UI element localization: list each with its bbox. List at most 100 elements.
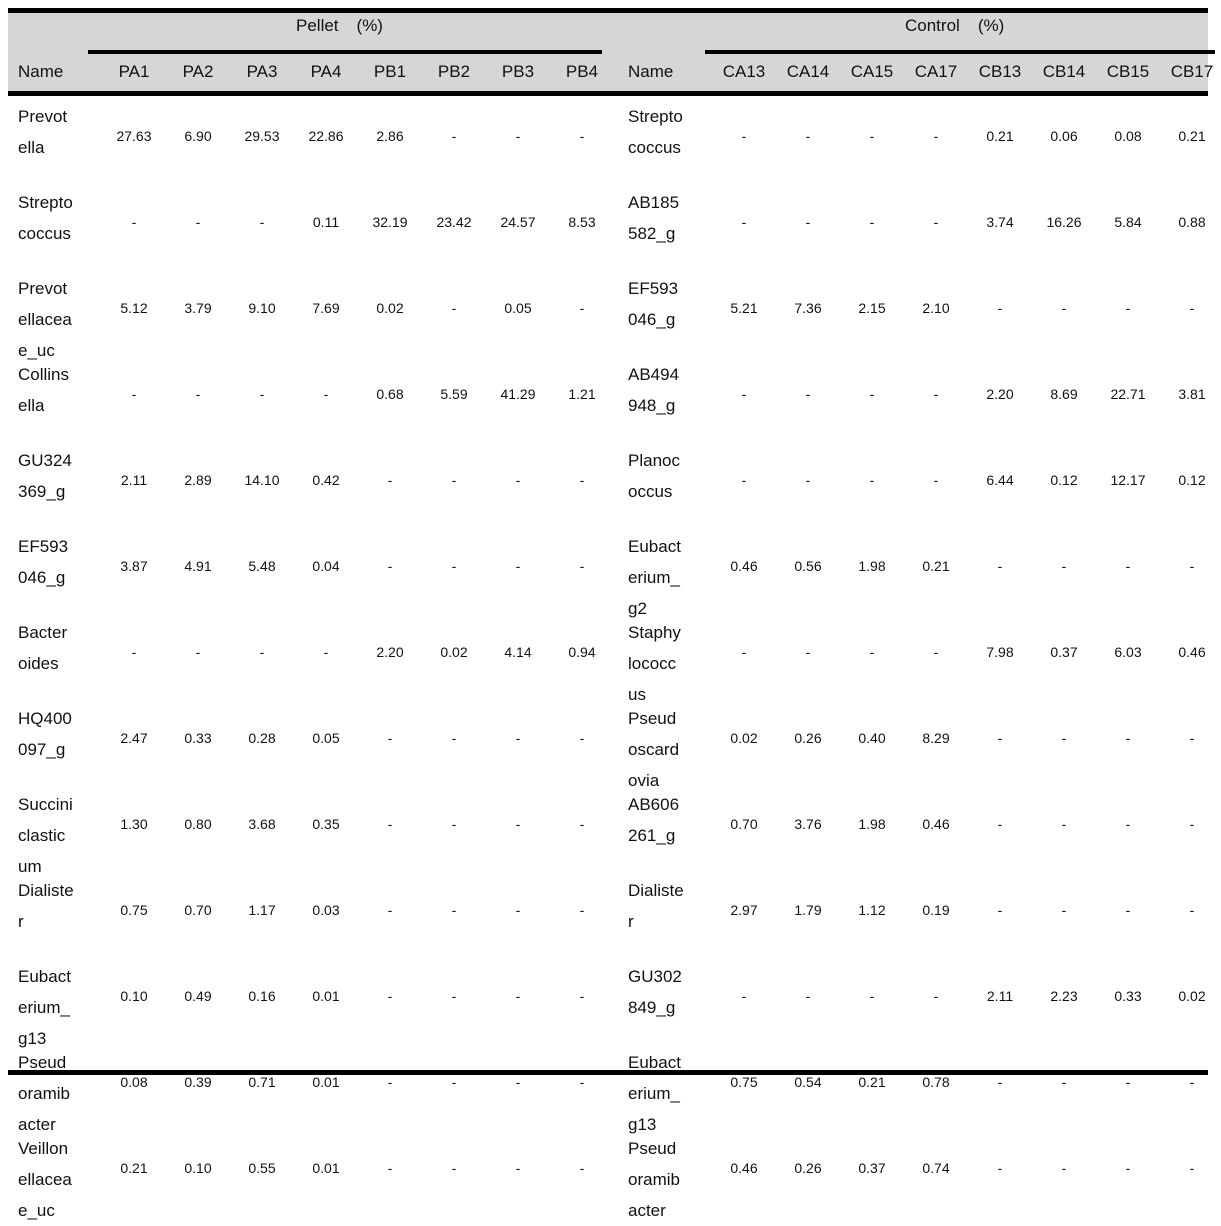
- value-cell-cb13: 7.98: [986, 644, 1014, 660]
- value-cell-cb13: 0.21: [986, 128, 1014, 144]
- value-cell-ca14: 0.54: [794, 1074, 822, 1090]
- value-cell-ca14: -: [805, 644, 811, 660]
- column-header-pa2: PA2: [182, 62, 214, 81]
- value-cell-cb17: -: [1189, 816, 1195, 832]
- table-row: Staphylococcus - - - - 7.98 0.37 6.03 0.46: [628, 617, 1221, 704]
- value-cell-pb4: -: [579, 816, 585, 832]
- value-cell-cb15: -: [1125, 1160, 1131, 1176]
- group-unit-pellet: (%): [356, 16, 383, 35]
- row-name-cell: Veillonellaceae_uc: [18, 1139, 72, 1220]
- value-cell-ca17: -: [933, 644, 939, 660]
- value-cell-ca14: -: [805, 988, 811, 1004]
- value-cell-pb3: -: [515, 472, 521, 488]
- value-cell-cb17: -: [1189, 1074, 1195, 1090]
- value-cell-pb3: -: [515, 988, 521, 1004]
- value-cell-pa1: -: [131, 386, 137, 402]
- value-cell-ca13: -: [741, 988, 747, 1004]
- value-cell-pa4: 22.86: [308, 128, 344, 144]
- value-cell-ca13: 0.75: [730, 1074, 758, 1090]
- value-cell-pa4: 0.01: [312, 988, 340, 1004]
- value-cell-cb17: 3.81: [1178, 386, 1206, 402]
- table-row: AB606261_g 0.70 3.76 1.98 0.46 - - - -: [628, 789, 1221, 875]
- row-name-cell: Planococcus: [628, 451, 680, 501]
- value-cell-cb17: -: [1189, 300, 1195, 316]
- value-cell-pb4: -: [579, 1074, 585, 1090]
- value-cell-pa1: 0.21: [120, 1160, 148, 1176]
- value-cell-pb2: 5.59: [440, 386, 468, 402]
- value-cell-pa4: 0.11: [312, 214, 340, 230]
- value-cell-ca15: -: [869, 128, 875, 144]
- value-cell-ca15: 1.98: [858, 558, 886, 574]
- value-cell-pb2: -: [451, 1074, 457, 1090]
- value-cell-pa4: 0.01: [312, 1074, 340, 1090]
- value-cell-pa4: 0.35: [312, 816, 340, 832]
- value-cell-pb3: -: [515, 730, 521, 746]
- row-name-cell: Pseudoscardovia: [628, 709, 680, 790]
- value-cell-pb1: -: [387, 730, 393, 746]
- value-cell-pa4: -: [323, 644, 329, 660]
- value-cell-pb1: -: [387, 988, 393, 1004]
- value-cell-pb4: 0.94: [568, 644, 596, 660]
- table-row: Streptococcus - - - 0.11 32.19 23.42 24.57 8.53: [18, 187, 613, 273]
- value-cell-pb4: 1.21: [568, 386, 596, 402]
- value-cell-cb17: -: [1189, 1160, 1195, 1176]
- group-title-pellet-label: Pellet: [296, 16, 339, 35]
- value-cell-pa2: 3.79: [184, 300, 212, 316]
- value-cell-cb14: 0.12: [1050, 472, 1078, 488]
- table-row: Planococcus - - - - 6.44 0.12 12.17 0.12: [628, 445, 1221, 531]
- value-cell-cb13: -: [997, 816, 1003, 832]
- row-name-cell: Prevotella: [18, 107, 68, 157]
- value-cell-cb17: -: [1189, 902, 1195, 918]
- row-name-cell: GU302849_g: [628, 967, 682, 1017]
- value-cell-pb2: -: [451, 472, 457, 488]
- value-cell-cb15: 12.17: [1110, 472, 1146, 488]
- value-cell-ca17: 0.21: [922, 558, 950, 574]
- value-cell-ca15: -: [869, 472, 875, 488]
- column-header-ca17: CA17: [914, 62, 958, 81]
- value-cell-cb14: 8.69: [1050, 386, 1078, 402]
- value-cell-pa1: 0.08: [120, 1074, 148, 1090]
- table-row: Dialister 2.97 1.79 1.12 0.19 - - - -: [628, 875, 1221, 961]
- value-cell-pb4: -: [579, 472, 585, 488]
- column-header-cb17: CB17: [1170, 62, 1214, 81]
- value-cell-ca13: -: [741, 128, 747, 144]
- value-cell-cb13: -: [997, 1074, 1003, 1090]
- value-cell-pb3: -: [515, 816, 521, 832]
- value-cell-pb2: 0.02: [440, 644, 468, 660]
- value-cell-pa2: 0.49: [184, 988, 212, 1004]
- value-cell-ca15: -: [869, 386, 875, 402]
- value-cell-pb3: 4.14: [504, 644, 532, 660]
- value-cell-cb14: -: [1061, 816, 1067, 832]
- value-cell-pb2: -: [451, 988, 457, 1004]
- value-cell-pb3: 24.57: [500, 214, 536, 230]
- value-cell-pa2: 0.10: [184, 1160, 212, 1176]
- value-cell-pb2: -: [451, 730, 457, 746]
- value-cell-cb15: 5.84: [1114, 214, 1142, 230]
- table-row: EF593046_g 3.87 4.91 5.48 0.04 - - - -: [18, 531, 613, 617]
- value-cell-ca15: 0.21: [858, 1074, 886, 1090]
- value-cell-pa2: 0.33: [184, 730, 212, 746]
- value-cell-pb4: -: [579, 730, 585, 746]
- group-rule-pellet: [88, 50, 602, 54]
- value-cell-ca17: 0.78: [922, 1074, 950, 1090]
- group-title-control: Control (%): [905, 16, 1004, 36]
- value-cell-pa1: 5.12: [120, 300, 148, 316]
- value-cell-ca13: 0.70: [730, 816, 758, 832]
- column-header-name-pellet: Name: [18, 62, 64, 81]
- value-cell-ca14: 0.56: [794, 558, 822, 574]
- value-cell-pb1: -: [387, 902, 393, 918]
- row-name-cell: Staphylococcus: [628, 623, 681, 704]
- row-name-cell: HQ400097_g: [18, 709, 72, 759]
- value-cell-pa2: 0.80: [184, 816, 212, 832]
- value-cell-pb3: -: [515, 1160, 521, 1176]
- value-cell-pa3: 9.10: [248, 300, 276, 316]
- row-name-cell: Eubacterium_g2: [628, 537, 681, 618]
- value-cell-pa3: 3.68: [248, 816, 276, 832]
- value-cell-pa1: 1.30: [120, 816, 148, 832]
- value-cell-pb1: -: [387, 472, 393, 488]
- value-cell-ca17: -: [933, 988, 939, 1004]
- value-cell-ca14: 0.26: [794, 1160, 822, 1176]
- column-header-cb15: CB15: [1106, 62, 1150, 81]
- value-cell-ca15: 1.12: [858, 902, 886, 918]
- value-cell-pb3: -: [515, 558, 521, 574]
